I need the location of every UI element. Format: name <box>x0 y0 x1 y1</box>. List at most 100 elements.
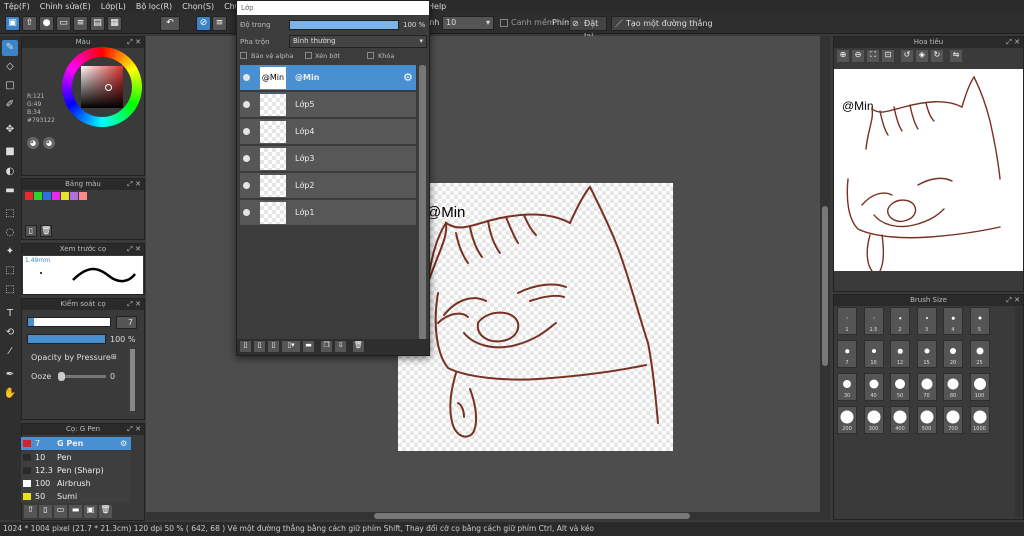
close-icon[interactable]: ⤢ ✕ <box>1006 37 1020 48</box>
hue-wheel[interactable] <box>62 47 142 127</box>
filter-icon[interactable]: ▦ <box>107 16 122 31</box>
color-swatch[interactable] <box>70 192 78 200</box>
select-rect-icon[interactable]: ⬚ <box>2 206 18 222</box>
brush-control-scrollbar[interactable] <box>130 349 135 411</box>
undo-icon[interactable]: ↶ <box>160 16 180 31</box>
snap-parallel-icon[interactable]: ≡ <box>212 16 227 31</box>
horizontal-scrollbar[interactable] <box>146 512 820 520</box>
brush-size-option[interactable]: 25 <box>969 340 990 368</box>
eraser-tool-icon[interactable]: ◇ <box>2 59 18 75</box>
fill-rect-tool-icon[interactable]: ■ <box>2 144 18 160</box>
brush-size-scrollbar[interactable] <box>1015 307 1023 517</box>
layer-row-lop2[interactable]: Lớp2 <box>240 173 416 199</box>
brush-size-option[interactable]: 10 <box>863 340 884 368</box>
close-icon[interactable]: ⤢ ✕ <box>127 244 141 255</box>
layer-row-lop4[interactable]: Lớp4 <box>240 119 416 145</box>
menu-layer[interactable]: Lớp(L) <box>101 2 126 11</box>
brush-size-option[interactable]: 7 <box>837 340 857 368</box>
color-swatch[interactable] <box>34 192 42 200</box>
blend-mode-select[interactable]: Bình thường ▾ <box>289 35 427 48</box>
navigator-preview[interactable]: @Min <box>834 69 1023 271</box>
export-icon[interactable]: ⇧ <box>22 16 37 31</box>
brush-size-option[interactable]: 2 <box>890 307 910 335</box>
brush-size-option[interactable]: 30 <box>837 373 857 401</box>
gradient-tool-icon[interactable]: ▬ <box>2 183 18 199</box>
horizontal-scroll-thumb[interactable] <box>374 513 690 519</box>
color-swatch[interactable] <box>25 192 33 200</box>
magic-wand-icon[interactable]: ✦ <box>2 244 18 260</box>
layer-opacity-slider[interactable] <box>289 20 399 30</box>
material-icon[interactable]: ▤ <box>90 16 105 31</box>
new-brush-icon[interactable]: ▯ <box>39 505 52 518</box>
pixel-select[interactable]: 10 ▾ <box>442 16 494 30</box>
brush-size-option[interactable]: 500 <box>916 406 937 434</box>
brush-size-option[interactable]: 15 <box>916 340 937 368</box>
brush-size-option[interactable]: 50 <box>890 373 910 401</box>
brush-item-pen-sharp[interactable]: 12.3 Pen (Sharp) <box>21 464 131 477</box>
add-layer-dropdown-icon[interactable]: ▯▾ <box>282 341 300 352</box>
canvas-icon[interactable]: ▣ <box>5 16 20 31</box>
copy-layer-icon[interactable]: ❐ <box>321 341 332 352</box>
brush-opacity-slider[interactable] <box>27 334 106 344</box>
brush-size-option[interactable]: 12 <box>890 340 910 368</box>
antialias-checkbox[interactable] <box>500 19 508 27</box>
brush-size-option[interactable]: 20 <box>943 340 963 368</box>
shape-tool-icon[interactable]: □ <box>2 78 18 94</box>
gear-icon[interactable]: ⚙ <box>403 71 413 84</box>
copy-brush-icon[interactable]: ▭ <box>54 505 67 518</box>
new-1bit-layer-icon[interactable]: ▯ <box>268 341 279 352</box>
flip-icon[interactable]: ⇋ <box>950 50 962 62</box>
menu-help[interactable]: Help <box>428 2 446 11</box>
layer-row-lop3[interactable]: Lớp3 <box>240 146 416 172</box>
hand-tool-icon[interactable]: ✋ <box>2 386 18 402</box>
saturation-square[interactable] <box>81 66 123 108</box>
close-icon[interactable]: ⤢ ✕ <box>127 179 141 190</box>
zoom-out-icon[interactable]: ⊖ <box>852 50 864 62</box>
brush-size-option[interactable]: 70 <box>916 373 937 401</box>
text-tool-icon[interactable]: T <box>2 306 18 322</box>
menu-file[interactable]: Tệp(F) <box>4 2 30 11</box>
ooze-slider[interactable] <box>58 372 106 381</box>
menu-select[interactable]: Chọn(S) <box>182 2 214 11</box>
move-tool-icon[interactable]: ✥ <box>2 122 18 138</box>
brush-item-airbrush[interactable]: 100 Airbrush <box>21 477 131 490</box>
ooze-handle[interactable] <box>58 372 65 381</box>
brush-size-slider[interactable] <box>27 317 111 327</box>
protect-alpha-checkbox[interactable] <box>240 52 247 59</box>
close-icon[interactable]: ⤢ ✕ <box>127 37 141 48</box>
eye-icon[interactable] <box>243 155 250 162</box>
brush-tool-icon[interactable]: ✐ <box>2 97 18 113</box>
eye-icon[interactable] <box>243 74 250 81</box>
rotate-left-icon[interactable]: ↺ <box>901 50 913 62</box>
new-swatch-icon[interactable]: ▯ <box>25 225 37 237</box>
trash-icon[interactable]: 🗑 <box>353 341 364 352</box>
merge-layer-icon[interactable]: ⇩ <box>335 341 346 352</box>
new-layer-icon[interactable]: ▯ <box>240 341 251 352</box>
brush-size-option[interactable]: 40 <box>863 373 884 401</box>
chat-icon[interactable]: ● <box>39 16 54 31</box>
menu-filter[interactable]: Bộ lọc(R) <box>136 2 172 11</box>
trash-icon[interactable]: 🗑 <box>40 225 52 237</box>
upload-icon[interactable]: ⇧ <box>24 505 37 518</box>
select-eraser-icon[interactable]: ⬚ <box>2 282 18 298</box>
eyedropper-icon[interactable]: ✒ <box>2 367 18 383</box>
eye-icon[interactable] <box>243 128 250 135</box>
trash-icon[interactable]: 🗑 <box>99 505 112 518</box>
brush-item-sumi[interactable]: 50 Sumi <box>21 490 131 503</box>
lasso-tool-icon[interactable]: ◌ <box>2 225 18 241</box>
reset-button[interactable]: ⊘Đặt lại <box>569 16 607 41</box>
color-swatch[interactable] <box>79 192 87 200</box>
vertical-scrollbar[interactable] <box>820 36 830 520</box>
fit-icon[interactable]: ⛶ <box>867 50 879 62</box>
brush-size-option[interactable]: 100 <box>969 373 990 401</box>
brush-size-option[interactable]: 3 <box>916 307 937 335</box>
brush-size-option[interactable]: 1.5 <box>863 307 884 335</box>
pen-tool-icon[interactable]: ✎ <box>2 40 18 56</box>
expand-icon[interactable]: ⊞ <box>111 353 117 361</box>
message-icon[interactable]: ▭ <box>56 16 71 31</box>
lock-checkbox[interactable] <box>367 52 374 59</box>
snap-off-icon[interactable]: ⊘ <box>196 16 211 31</box>
import-icon[interactable]: ▣ <box>84 505 97 518</box>
layer-scrollbar[interactable] <box>419 65 426 341</box>
menu-list-icon[interactable]: ≡ <box>73 16 88 31</box>
